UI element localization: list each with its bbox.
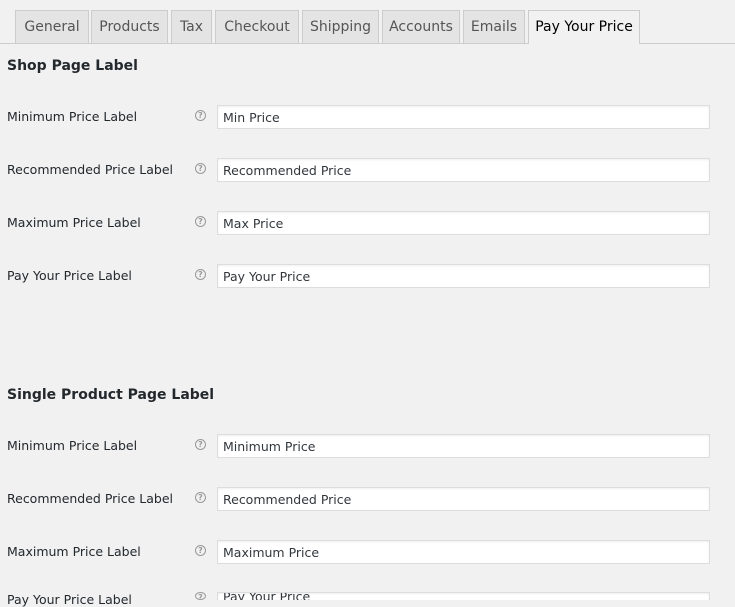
label-single-recommended-price: Recommended Price Label [7,491,174,506]
shop-recommended-price-input[interactable] [217,158,710,182]
tab-pay-your-price[interactable]: Pay Your Price [528,10,640,44]
shop-max-price-input[interactable] [217,211,710,235]
help-icon[interactable]: ? [195,163,206,174]
shop-min-price-input[interactable] [217,105,710,129]
label-shop-min-price: Minimum Price Label [7,109,138,124]
label-single-min-price: Minimum Price Label [7,438,138,453]
help-icon[interactable]: ? [195,439,206,450]
tab-checkout[interactable]: Checkout [215,10,299,43]
help-icon[interactable]: ? [195,216,206,227]
single-min-price-input[interactable] [217,434,710,458]
label-shop-pay-your-price: Pay Your Price Label [7,268,132,283]
label-shop-recommended-price: Recommended Price Label [7,162,174,177]
label-shop-max-price: Maximum Price Label [7,215,141,230]
section-title-shop-page: Shop Page Label [7,58,138,74]
help-icon[interactable]: ? [195,592,206,602]
settings-tabs: General Products Tax Checkout Shipping A… [0,0,735,44]
help-icon[interactable]: ? [195,492,206,503]
help-icon[interactable]: ? [195,110,206,121]
shop-pay-your-price-input[interactable] [217,264,710,288]
tab-shipping[interactable]: Shipping [302,10,379,43]
tab-products[interactable]: Products [91,10,168,43]
single-pay-your-price-input[interactable] [217,592,710,600]
tab-emails[interactable]: Emails [463,10,525,43]
tab-accounts[interactable]: Accounts [382,10,460,43]
tab-general[interactable]: General [15,10,89,43]
single-recommended-price-input[interactable] [217,487,710,511]
section-title-single-product-page: Single Product Page Label [7,387,215,403]
tab-tax[interactable]: Tax [171,10,212,43]
help-icon[interactable]: ? [195,269,206,280]
single-max-price-input[interactable] [217,540,710,564]
label-single-max-price: Maximum Price Label [7,544,141,559]
help-icon[interactable]: ? [195,545,206,556]
